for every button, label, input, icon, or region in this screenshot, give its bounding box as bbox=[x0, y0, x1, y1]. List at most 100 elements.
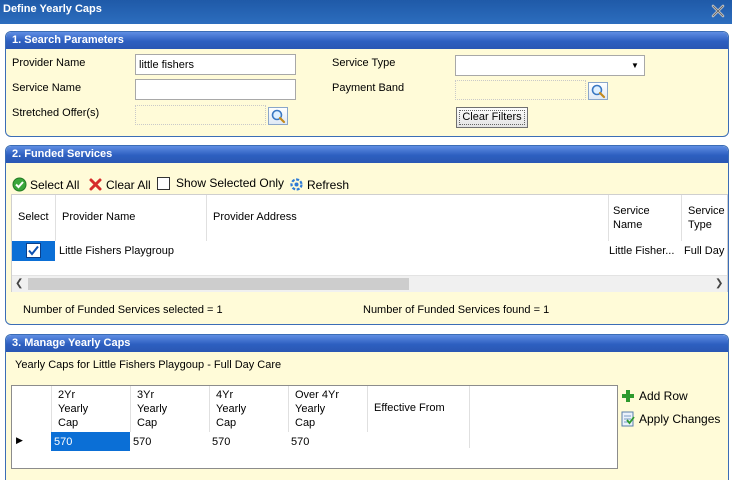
found-count-text: Number of Funded Services found = 1 bbox=[363, 304, 550, 316]
stretched-offer-search-button[interactable] bbox=[268, 107, 288, 125]
scroll-right-icon[interactable]: ❯ bbox=[715, 278, 723, 289]
yearly-caps-grid: 2Yr Yearly Cap 3Yr Yearly Cap 4Yr Yearly… bbox=[11, 385, 618, 469]
header-line: Yearly bbox=[216, 403, 247, 415]
scroll-left-icon[interactable]: ❮ bbox=[15, 278, 23, 289]
select-all-button[interactable]: Select All bbox=[12, 177, 79, 192]
payment-band-label: Payment Band bbox=[332, 82, 405, 94]
window-title: Define Yearly Caps bbox=[3, 3, 102, 15]
column-header-2yr-cap[interactable]: 2Yr Yearly Cap bbox=[58, 388, 88, 430]
column-header-effective-from[interactable]: Effective From bbox=[374, 402, 445, 414]
refresh-label: Refresh bbox=[307, 177, 350, 192]
show-selected-only-label: Show Selected Only bbox=[176, 176, 285, 190]
table-row[interactable]: Little Fishers Playgroup Little Fisher..… bbox=[12, 241, 727, 261]
payment-band-field[interactable] bbox=[455, 80, 586, 100]
column-divider bbox=[206, 195, 207, 241]
header-line: Cap bbox=[295, 417, 316, 429]
provider-name-input[interactable]: little fishers bbox=[135, 54, 296, 75]
apply-changes-button[interactable]: Apply Changes bbox=[620, 411, 720, 427]
header-line: Yearly bbox=[295, 403, 326, 415]
column-header-service-type-line1: Service bbox=[688, 205, 725, 217]
stretched-offer-label: Stretched Offer(s) bbox=[12, 107, 100, 119]
service-type-label: Service Type bbox=[332, 57, 396, 69]
service-name-input[interactable] bbox=[135, 79, 296, 100]
green-plus-icon bbox=[622, 390, 634, 402]
header-line: 2Yr bbox=[58, 389, 76, 401]
header-line: Cap bbox=[58, 417, 79, 429]
show-selected-only-toggle[interactable]: Show Selected Only bbox=[157, 176, 284, 190]
column-header-service-type-line2: Type bbox=[688, 219, 712, 231]
header-line: 4Yr bbox=[216, 389, 234, 401]
row-service-name: Little Fisher... bbox=[609, 245, 675, 257]
checkmark-icon bbox=[28, 245, 39, 256]
column-header-service-name[interactable]: Service Name bbox=[613, 204, 650, 232]
column-header-service-type[interactable]: Service Type bbox=[688, 204, 725, 232]
column-divider bbox=[51, 386, 52, 432]
row-service-type: Full Day C bbox=[684, 245, 727, 257]
clear-filters-button[interactable]: Clear Filters bbox=[456, 107, 528, 128]
row-indicator-icon: ▶ bbox=[16, 435, 23, 445]
column-divider bbox=[55, 195, 56, 241]
refresh-button[interactable]: Refresh bbox=[289, 177, 349, 192]
close-icon[interactable] bbox=[710, 3, 726, 19]
row-provider-name: Little Fishers Playgroup bbox=[59, 245, 174, 257]
show-selected-only-checkbox[interactable] bbox=[157, 176, 170, 190]
column-header-3yr-cap[interactable]: 3Yr Yearly Cap bbox=[137, 388, 167, 430]
cap-2yr-cell[interactable]: 570 bbox=[51, 432, 130, 451]
service-name-label: Service Name bbox=[12, 82, 82, 94]
service-type-select[interactable]: ▼ bbox=[455, 55, 645, 76]
column-divider bbox=[130, 386, 131, 432]
magnifier-icon bbox=[271, 109, 286, 124]
header-line: Cap bbox=[216, 417, 237, 429]
column-divider bbox=[209, 386, 210, 432]
row-select-checkbox[interactable] bbox=[26, 243, 41, 258]
dropdown-arrow-icon[interactable]: ▼ bbox=[628, 58, 642, 73]
yearly-caps-caption: Yearly Caps for Little Fishers Playgoup … bbox=[15, 359, 282, 371]
header-line: Yearly bbox=[137, 403, 168, 415]
magnifier-icon bbox=[591, 84, 606, 99]
manage-yearly-caps-panel: 3. Manage Yearly Caps Yearly Caps for Li… bbox=[5, 334, 729, 480]
column-header-provider-name[interactable]: Provider Name bbox=[62, 211, 135, 223]
table-row[interactable]: ▶ 570 570 570 570 bbox=[12, 432, 469, 452]
clear-all-button[interactable]: Clear All bbox=[88, 177, 151, 192]
cap-3yr-cell[interactable]: 570 bbox=[130, 432, 209, 451]
search-parameters-header: 1. Search Parameters bbox=[6, 32, 728, 49]
column-divider bbox=[367, 386, 368, 432]
funded-services-grid: Select Provider Name Provider Address Se… bbox=[11, 194, 728, 292]
column-divider bbox=[469, 386, 470, 448]
green-check-icon bbox=[12, 177, 27, 192]
cap-over-4yr-cell[interactable]: 570 bbox=[288, 432, 367, 451]
column-header-provider-address[interactable]: Provider Address bbox=[213, 211, 297, 223]
provider-name-value: little fishers bbox=[139, 59, 195, 71]
horizontal-scrollbar[interactable]: ❮ ❯ bbox=[12, 275, 727, 292]
header-line: Over 4Yr bbox=[295, 389, 340, 401]
row-select-cell[interactable] bbox=[12, 241, 55, 261]
header-line: Cap bbox=[137, 417, 158, 429]
provider-name-label: Provider Name bbox=[12, 57, 86, 69]
clear-all-label: Clear All bbox=[106, 177, 151, 192]
add-row-button[interactable]: Add Row bbox=[620, 388, 688, 404]
manage-yearly-caps-header: 3. Manage Yearly Caps bbox=[6, 335, 728, 352]
column-header-service-name-line1: Service bbox=[613, 205, 650, 217]
add-row-label: Add Row bbox=[639, 389, 688, 403]
column-divider bbox=[681, 195, 682, 241]
red-x-icon bbox=[89, 178, 102, 191]
effective-from-cell[interactable] bbox=[367, 432, 469, 451]
header-line: Yearly bbox=[58, 403, 89, 415]
window-titlebar: Define Yearly Caps bbox=[0, 0, 732, 24]
cap-4yr-cell[interactable]: 570 bbox=[209, 432, 288, 451]
search-parameters-panel: 1. Search Parameters Provider Name littl… bbox=[5, 31, 729, 137]
apply-changes-label: Apply Changes bbox=[639, 412, 721, 426]
column-header-over-4yr-cap[interactable]: Over 4Yr Yearly Cap bbox=[295, 388, 339, 430]
stretched-offer-field[interactable] bbox=[135, 105, 266, 125]
column-divider bbox=[288, 386, 289, 432]
column-header-4yr-cap[interactable]: 4Yr Yearly Cap bbox=[216, 388, 246, 430]
payment-band-search-button[interactable] bbox=[588, 82, 608, 100]
funded-services-panel: 2. Funded Services Select All Clear All … bbox=[5, 145, 729, 325]
funded-services-header: 2. Funded Services bbox=[6, 146, 728, 163]
column-header-select[interactable]: Select bbox=[18, 211, 49, 223]
scrollbar-thumb[interactable] bbox=[28, 278, 409, 290]
column-header-service-name-line2: Name bbox=[613, 219, 643, 231]
apply-document-icon bbox=[621, 411, 635, 427]
gear-refresh-icon bbox=[290, 178, 303, 191]
column-divider bbox=[608, 195, 609, 241]
